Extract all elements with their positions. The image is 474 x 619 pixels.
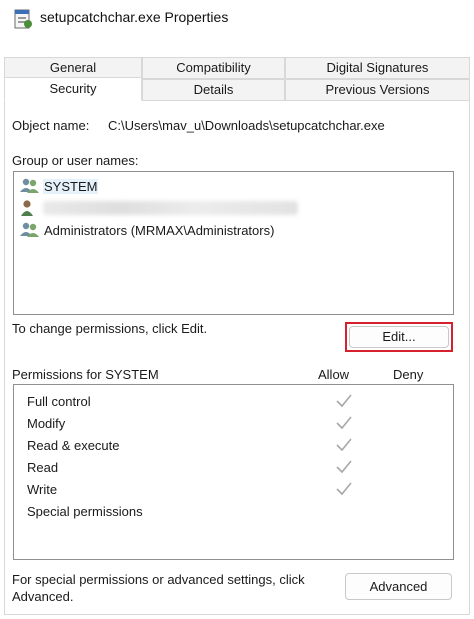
permission-row-read-execute: Read & execute — [27, 436, 457, 456]
advanced-help-text-line1: For special permissions or advanced sett… — [12, 572, 305, 587]
permission-name: Full control — [27, 394, 91, 409]
allow-check-icon — [336, 460, 352, 474]
tab-details[interactable]: Details — [142, 79, 285, 101]
permission-name: Read & execute — [27, 438, 120, 453]
change-permissions-text: To change permissions, click Edit. — [12, 321, 208, 336]
user-group-icon — [20, 222, 39, 237]
object-name-value: C:\Users\mav_u\Downloads\setupcatchchar.… — [108, 118, 385, 133]
user-item-redacted[interactable] — [19, 198, 298, 218]
tab-digital-signatures[interactable]: Digital Signatures — [285, 57, 470, 79]
tab-general[interactable]: General — [4, 57, 142, 79]
edit-button-highlight — [345, 322, 453, 352]
allow-check-icon — [336, 482, 352, 496]
permission-row-special: Special permissions — [27, 502, 457, 522]
permission-name: Modify — [27, 416, 66, 431]
permission-name: Read — [27, 460, 59, 475]
permission-row-full-control: Full control — [27, 392, 457, 412]
title-bar: setupcatchchar.exe Properties — [0, 0, 474, 40]
advanced-help-text-line2: Advanced. — [12, 589, 74, 604]
user-list[interactable]: SYSTEM Administrators (MRMAX\Administrat… — [13, 171, 454, 315]
user-icon — [21, 200, 33, 216]
permissions-list[interactable]: Full control Modify Read & execute Read … — [13, 384, 454, 560]
application-icon — [14, 9, 32, 29]
user-item-administrators[interactable]: Administrators (MRMAX\Administrators) — [19, 220, 275, 240]
permission-row-modify: Modify — [27, 414, 457, 434]
permission-name: Write — [27, 482, 58, 497]
allow-check-icon — [336, 416, 352, 430]
tab-previous-versions[interactable]: Previous Versions — [285, 79, 470, 101]
advanced-button[interactable]: Advanced — [345, 573, 452, 600]
object-name-label: Object name: — [12, 118, 90, 133]
user-item-label: Administrators (MRMAX\Administrators) — [44, 222, 275, 238]
redacted-user-name — [43, 201, 298, 215]
user-item-system[interactable]: SYSTEM — [19, 176, 99, 196]
deny-column-header: Deny — [393, 367, 424, 382]
user-group-icon — [20, 178, 39, 193]
permission-row-write: Write — [27, 480, 457, 500]
group-user-names-label: Group or user names: — [12, 153, 139, 168]
tab-compatibility[interactable]: Compatibility — [142, 57, 285, 79]
window-title: setupcatchchar.exe Properties — [40, 9, 229, 25]
allow-check-icon — [336, 394, 352, 408]
permission-row-read: Read — [27, 458, 457, 478]
allow-check-icon — [336, 438, 352, 452]
permission-name: Special permissions — [27, 504, 143, 519]
permissions-header: Permissions for SYSTEM — [12, 367, 159, 382]
allow-column-header: Allow — [318, 367, 350, 382]
user-item-label: SYSTEM — [43, 178, 99, 194]
tab-security[interactable]: Security — [4, 77, 142, 101]
